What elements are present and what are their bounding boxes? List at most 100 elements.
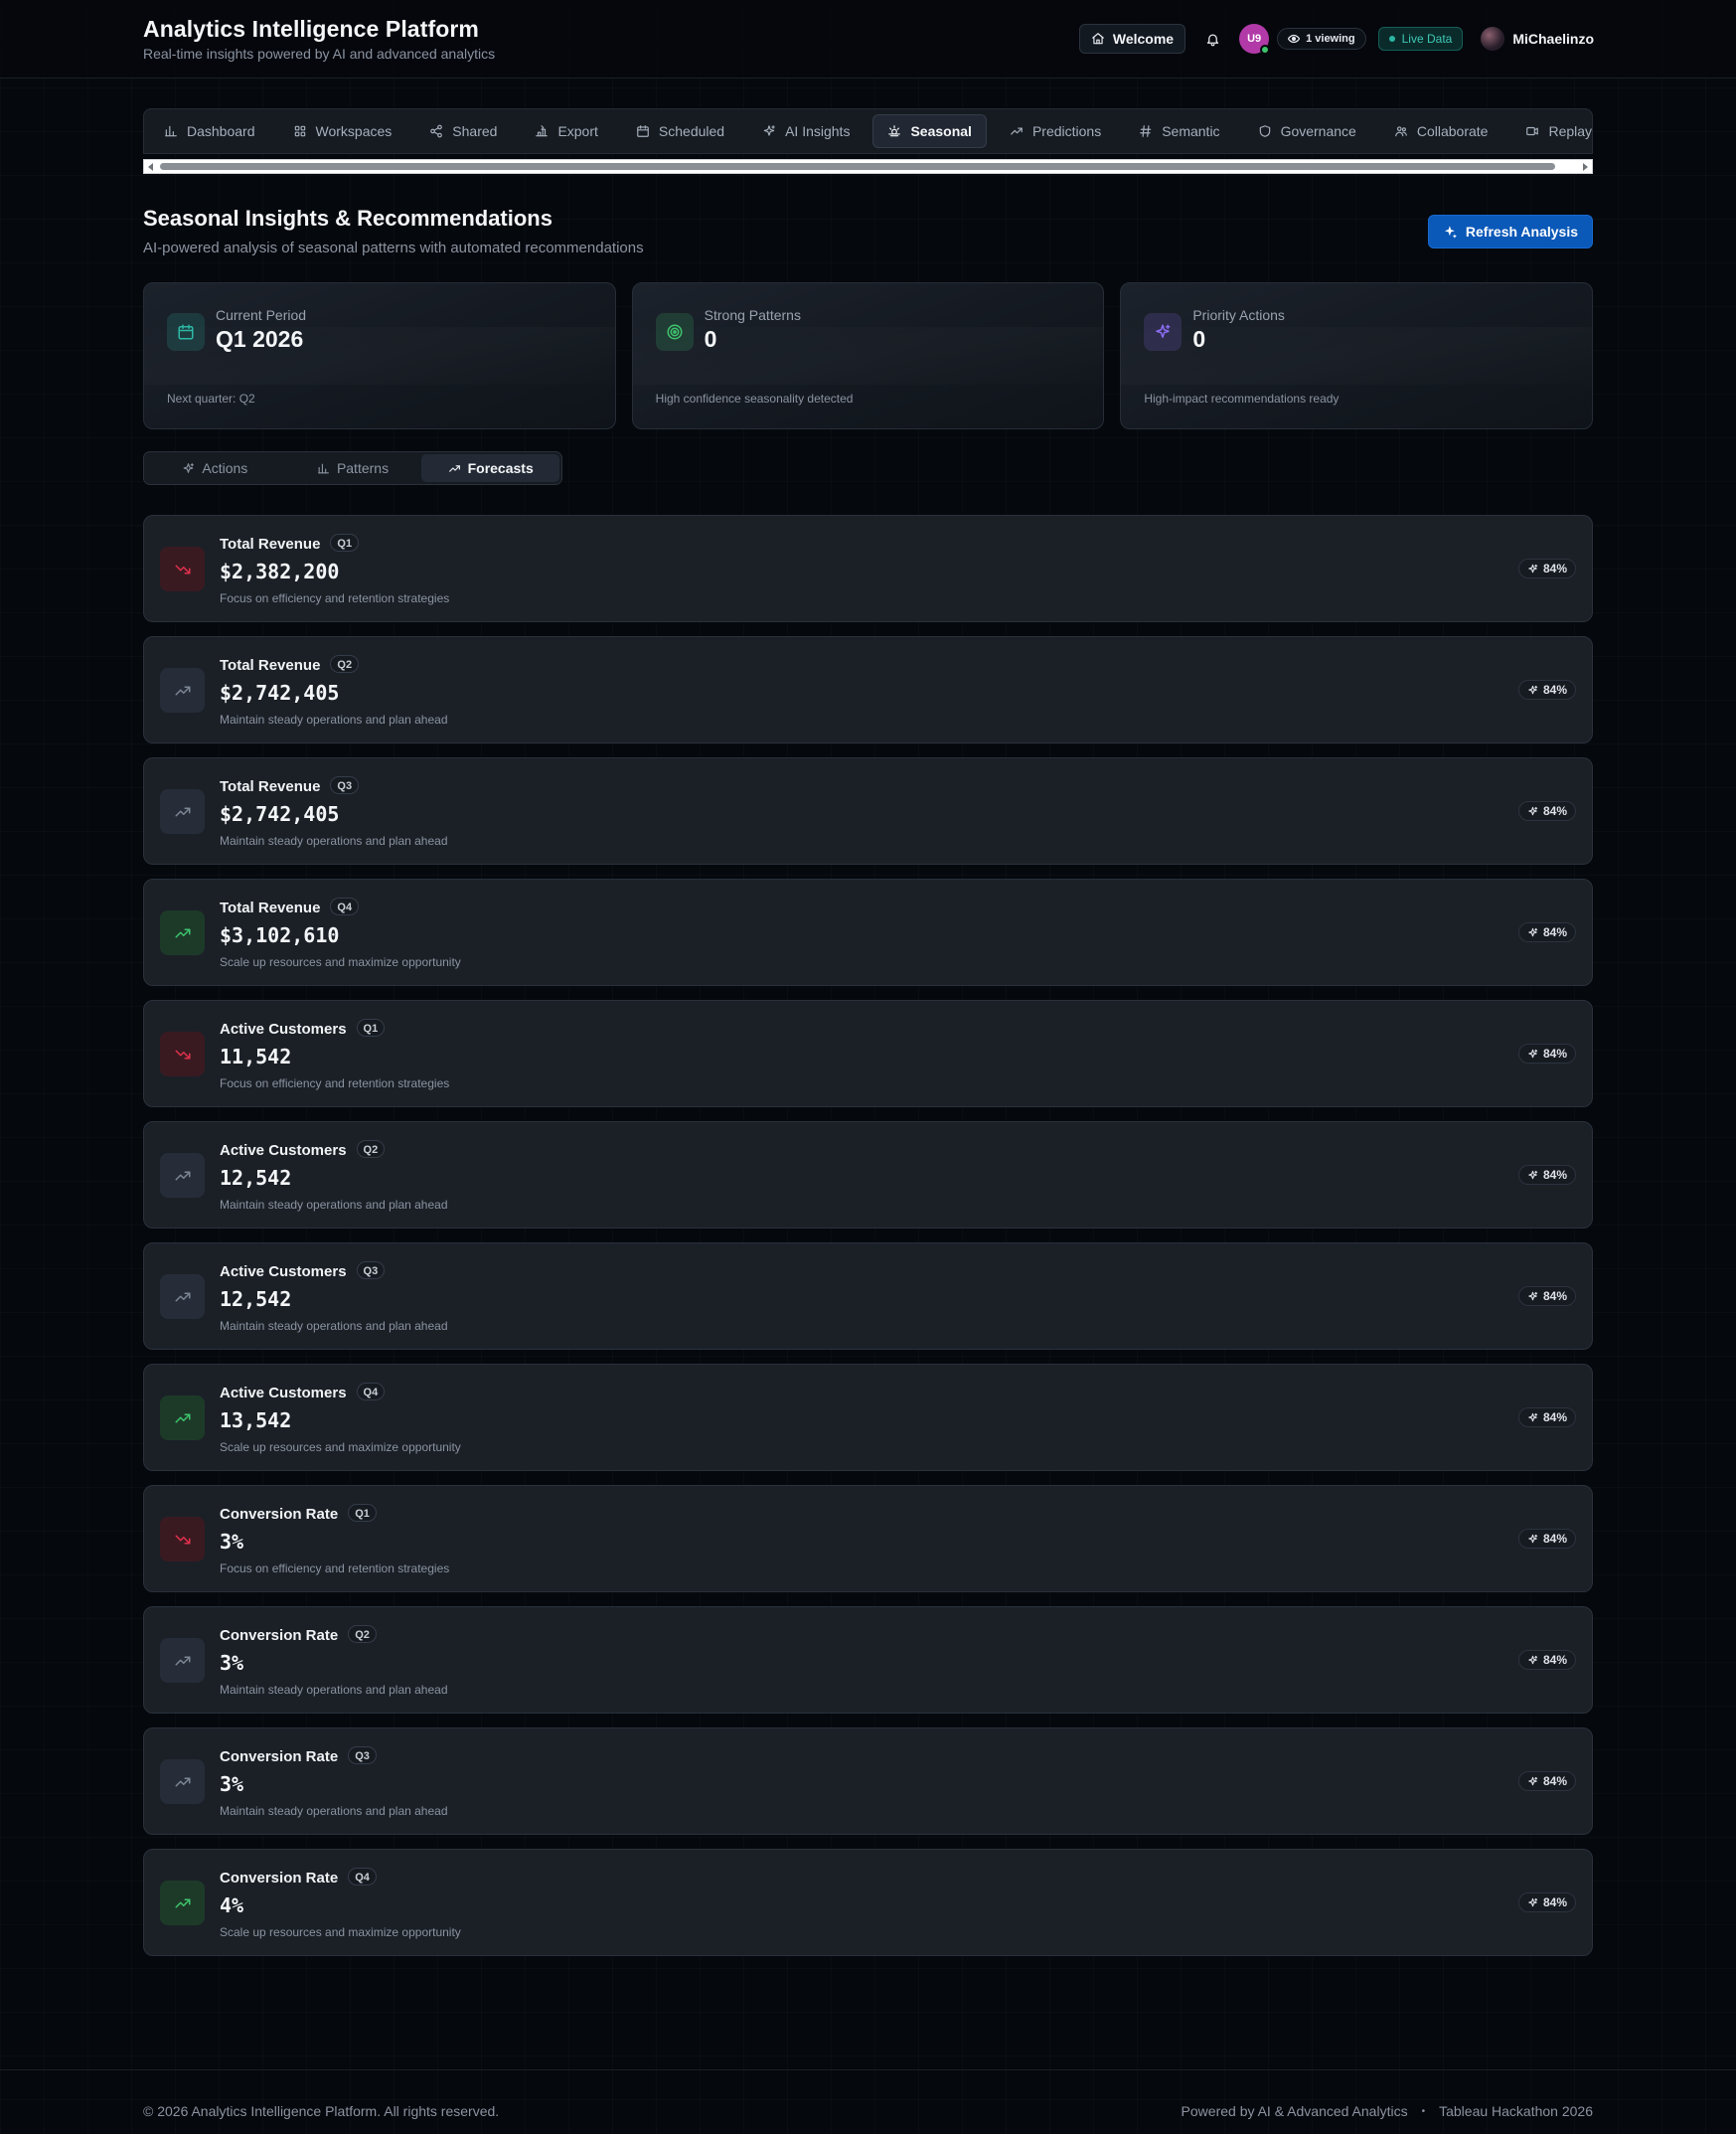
sun-icon (887, 124, 901, 138)
scroll-right-arrow-icon[interactable] (1583, 163, 1588, 171)
nav-tab-export[interactable]: Export (520, 114, 612, 148)
forecast-recommendation: Maintain steady operations and plan ahea… (220, 1683, 448, 1697)
forecast-metric: Total Revenue Q2 (220, 655, 360, 674)
scrollbar-thumb[interactable] (160, 163, 1555, 170)
forecast-card[interactable]: Active Customers Q2 12,542 Maintain steady … (143, 1121, 1593, 1229)
quarter-badge: Q4 (330, 898, 360, 915)
view-tab-actions[interactable]: Actions (146, 454, 284, 482)
sparkle-icon (1527, 806, 1538, 817)
quarter-badge: Q2 (356, 1140, 386, 1158)
nav-tab-dashboard[interactable]: Dashboard (149, 114, 270, 148)
welcome-button[interactable]: Welcome (1078, 24, 1186, 54)
forecast-recommendation: Maintain steady operations and plan ahea… (220, 713, 448, 727)
view-tab-forecasts[interactable]: Forecasts (421, 454, 560, 482)
calendar-icon (167, 313, 205, 351)
view-tabs: Actions Patterns Forecasts (143, 451, 562, 485)
forecast-value: $2,742,405 (220, 802, 340, 826)
trend-up-icon (160, 668, 205, 713)
confidence-badge: 84% (1517, 1407, 1576, 1427)
eye-icon (1288, 33, 1301, 45)
refresh-analysis-button[interactable]: Refresh Analysis (1427, 215, 1593, 248)
nav-tab-ai-insights[interactable]: AI Insights (747, 114, 865, 148)
trend-up-icon (160, 1395, 205, 1440)
forecast-metric-label: Total Revenue (220, 900, 321, 916)
quarter-badge: Q3 (330, 776, 360, 794)
forecast-card[interactable]: Conversion Rate Q1 3% Focus on efficiency a… (143, 1485, 1593, 1592)
forecast-recommendation: Scale up resources and maximize opportun… (220, 1440, 461, 1454)
confidence-value: 84% (1542, 925, 1567, 939)
users-icon (1394, 124, 1408, 138)
quarter-badge: Q4 (348, 1868, 377, 1886)
forecast-metric: Conversion Rate Q2 (220, 1625, 377, 1644)
nav-tab-label: Scheduled (658, 123, 725, 139)
scroll-left-arrow-icon[interactable] (148, 163, 153, 171)
forecast-value: 12,542 (220, 1287, 292, 1311)
forecast-card[interactable]: Conversion Rate Q4 4% Scale up resources an… (143, 1849, 1593, 1956)
nav-tab-collaborate[interactable]: Collaborate (1379, 114, 1503, 148)
stat-note: Next quarter: Q2 (167, 392, 255, 406)
user-menu[interactable]: MiChaelinzo (1481, 27, 1594, 51)
forecast-value: 4% (220, 1893, 244, 1917)
forecast-card[interactable]: Active Customers Q1 11,542 Focus on efficie… (143, 1000, 1593, 1107)
sparkle-icon (182, 462, 195, 475)
footer-powered: Powered by AI & Advanced Analytics (1181, 2103, 1408, 2119)
forecast-card[interactable]: Active Customers Q3 12,542 Maintain steady … (143, 1242, 1593, 1350)
forecast-card[interactable]: Total Revenue Q4 $3,102,610 Scale up resour… (143, 879, 1593, 986)
forecast-recommendation: Focus on efficiency and retention strate… (220, 591, 450, 605)
forecast-card[interactable]: Total Revenue Q1 $2,382,200 Focus on effici… (143, 515, 1593, 622)
forecast-card[interactable]: Conversion Rate Q3 3% Maintain steady opera… (143, 1727, 1593, 1835)
nav-tab-label: Workspaces (315, 123, 393, 139)
trend-up-icon (160, 1638, 205, 1683)
user-avatar (1481, 27, 1505, 51)
forecast-metric: Active Customers Q1 (220, 1019, 386, 1038)
forecast-metric-label: Active Customers (220, 1385, 347, 1401)
view-tab-label: Forecasts (467, 460, 534, 476)
nav-tab-label: Collaborate (1416, 123, 1489, 139)
stat-label: Strong Patterns (704, 307, 801, 323)
nav-tab-seasonal[interactable]: Seasonal (872, 114, 987, 148)
forecast-metric-label: Conversion Rate (220, 1506, 339, 1523)
trend-down-icon (160, 547, 205, 591)
trend-down-icon (160, 1517, 205, 1561)
forecast-metric-label: Total Revenue (220, 778, 321, 795)
user-name: MiChaelinzo (1512, 31, 1594, 47)
live-label: Live Data (1401, 32, 1453, 46)
sparkle-icon (1527, 564, 1538, 575)
nav-tab-label: AI Insights (785, 123, 851, 139)
quarter-badge: Q1 (356, 1019, 386, 1037)
page-title: Seasonal Insights & Recommendations (143, 206, 552, 231)
bar-chart-icon (164, 124, 178, 138)
forecast-metric-label: Total Revenue (220, 657, 321, 674)
nav-tab-shared[interactable]: Shared (414, 114, 512, 148)
stat-card: Priority Actions 0 High-impact recommendat… (1120, 282, 1594, 429)
sparkle-icon (1527, 1655, 1538, 1666)
target-icon (655, 313, 694, 351)
trend-up-icon (160, 1759, 205, 1804)
forecast-card[interactable]: Active Customers Q4 13,542 Scale up resourc… (143, 1364, 1593, 1471)
forecast-metric-label: Active Customers (220, 1263, 347, 1280)
forecast-value: $3,102,610 (220, 923, 340, 947)
nav-tab-replay[interactable]: Replay (1510, 114, 1592, 148)
confidence-badge: 84% (1517, 801, 1576, 821)
stat-label: Priority Actions (1192, 307, 1285, 323)
confidence-badge: 84% (1517, 1529, 1576, 1549)
nav-tab-workspaces[interactable]: Workspaces (278, 114, 407, 148)
live-dot-icon (1388, 36, 1395, 42)
nav-tab-predictions[interactable]: Predictions (995, 114, 1116, 148)
forecast-card[interactable]: Total Revenue Q2 $2,742,405 Maintain steady… (143, 636, 1593, 743)
bell-icon (1205, 32, 1220, 47)
confidence-badge: 84% (1517, 559, 1576, 578)
shield-icon (1258, 124, 1272, 138)
stat-value: 0 (1192, 326, 1206, 352)
collaborator-avatar[interactable]: U9 (1239, 24, 1271, 55)
view-tab-patterns[interactable]: Patterns (284, 454, 422, 482)
forecast-recommendation: Focus on efficiency and retention strate… (220, 1076, 450, 1090)
nav-tab-governance[interactable]: Governance (1243, 114, 1371, 148)
nav-scrollbar[interactable] (143, 159, 1593, 174)
notifications-button[interactable] (1197, 24, 1227, 54)
nav-tab-scheduled[interactable]: Scheduled (621, 114, 739, 148)
refresh-analysis-label: Refresh Analysis (1465, 224, 1578, 240)
forecast-card[interactable]: Conversion Rate Q2 3% Maintain steady opera… (143, 1606, 1593, 1714)
forecast-card[interactable]: Total Revenue Q3 $2,742,405 Maintain steady… (143, 757, 1593, 865)
nav-tab-semantic[interactable]: Semantic (1124, 114, 1234, 148)
